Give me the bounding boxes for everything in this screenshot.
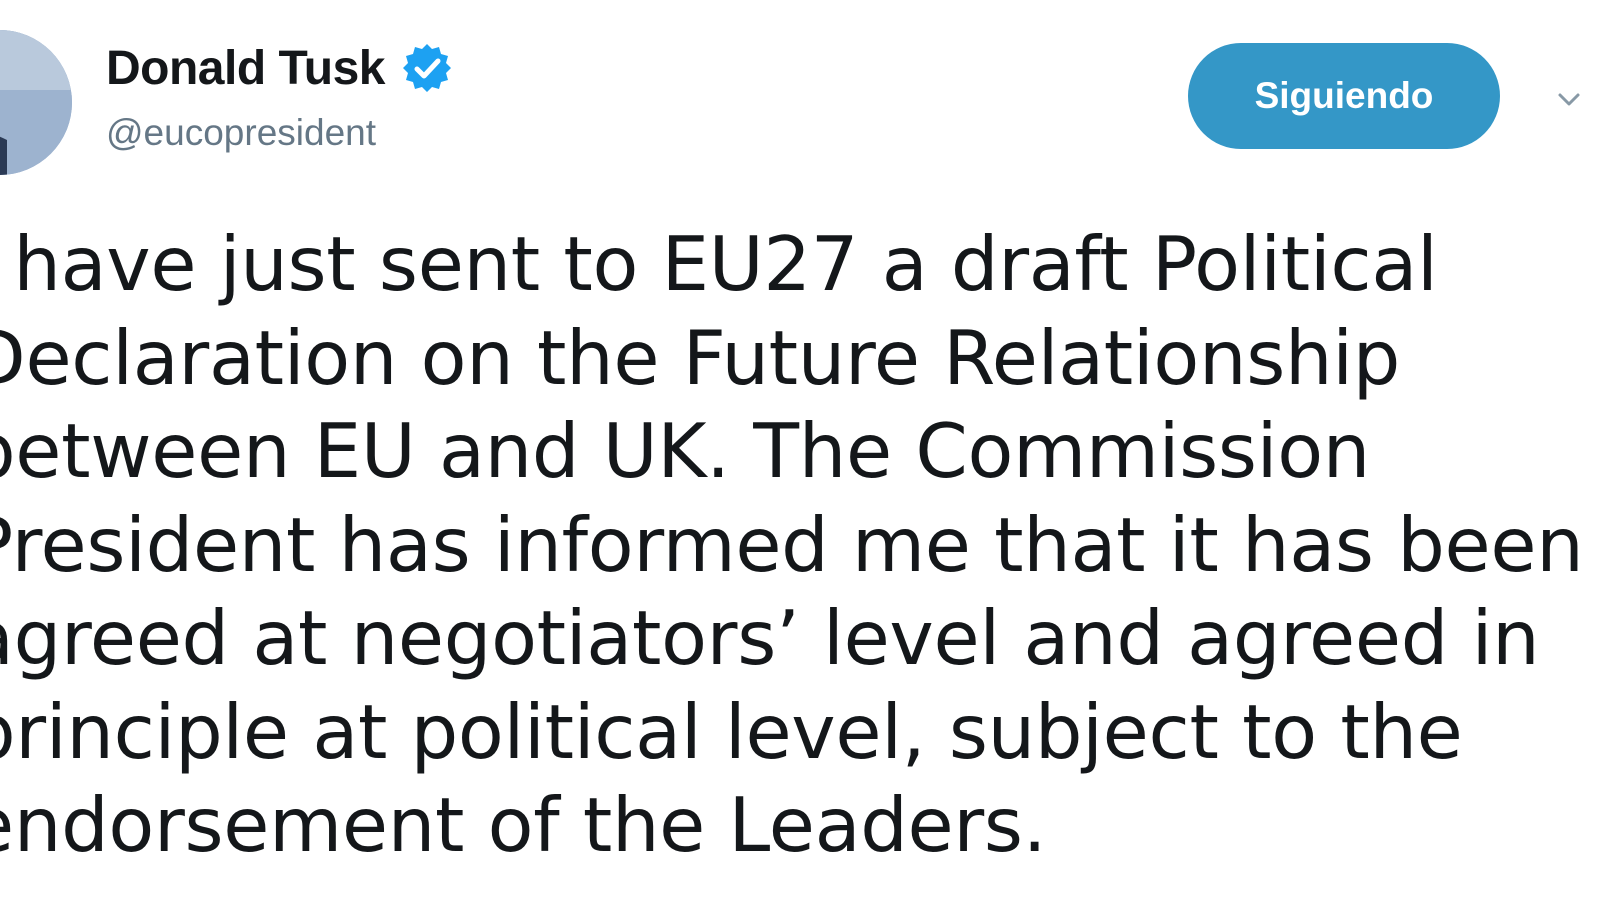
chevron-down-icon[interactable] <box>1556 86 1582 112</box>
verified-badge-icon <box>402 44 451 92</box>
tweet-text-line: between EU and UK. The Commission <box>0 407 1371 495</box>
tweet-card: Donald Tusk @eucopresident Siguiendo I h… <box>0 0 1600 900</box>
tweet-text: I have just sent to EU27 a draft Politic… <box>0 218 1584 873</box>
avatar[interactable] <box>0 30 72 175</box>
following-button[interactable]: Siguiendo <box>1188 43 1500 149</box>
user-name-row: Donald Tusk <box>106 38 453 98</box>
user-handle[interactable]: @eucopresident <box>106 112 376 154</box>
tweet-text-line: President has informed me that it has be… <box>0 500 1584 589</box>
avatar-photo <box>0 30 72 175</box>
tweet-text-line: I have just sent to EU27 a draft Politic… <box>0 220 1438 308</box>
user-display-name[interactable]: Donald Tusk <box>106 41 385 96</box>
tweet-text-line: principle at political level, subject to… <box>0 687 1463 776</box>
tweet-text-line: endorsement of the Leaders. <box>0 781 1047 869</box>
tweet-text-line: agreed at negotiators’ level and agreed … <box>0 594 1540 682</box>
tweet-text-line: Declaration on the Future Relationship <box>0 313 1401 402</box>
